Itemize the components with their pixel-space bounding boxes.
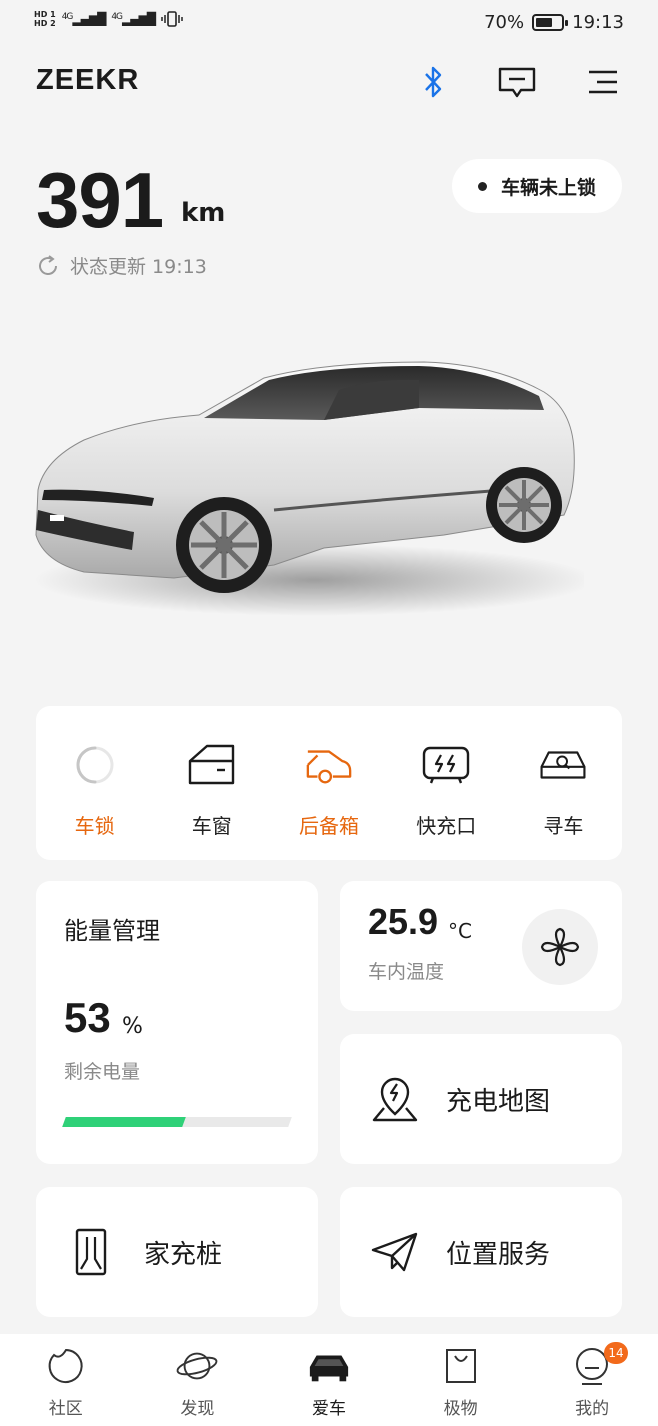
battery-percent: 70% [484,12,525,33]
status-dot [477,181,487,191]
energy-card[interactable]: 能量管理 53 % 剩余电量 [36,881,318,1164]
location-service-label: 位置服务 [446,1239,551,1270]
vibrate-icon [161,11,183,27]
battery-progress-fill [62,1117,186,1127]
fan-button[interactable] [522,909,598,985]
charge-map-label: 充电地图 [446,1086,551,1117]
quick-action-charge-port[interactable]: 快充口 [388,706,505,860]
charge-map-icon [370,1074,420,1124]
lock-status-text: 车辆未上锁 [500,176,596,199]
nav-discover[interactable]: 发现 [132,1334,264,1426]
nav-label: 极物 [443,1399,478,1419]
menu-icon[interactable] [582,62,622,102]
car-icon [307,1346,351,1386]
status-right: 70% 19:13 [484,12,624,33]
battery-level [536,18,552,27]
nav-label: 社区 [48,1399,83,1419]
brand-logo: ZEEKR [36,64,140,96]
network-2-label: 4G [111,12,123,22]
nav-profile[interactable]: 14 我的 [526,1334,658,1426]
charging-pile-icon [66,1227,116,1277]
signal-2-icon: 4G▂▄▆█ [111,12,156,26]
planet-icon [175,1346,219,1386]
car-image [24,340,594,630]
energy-title: 能量管理 [64,917,160,945]
status-left: HD 1 HD 2 4G▂▄▆█ 4G▂▄▆█ [34,10,183,28]
soc-unit: % [122,1014,143,1039]
quick-action-trunk[interactable]: 后备箱 [270,706,387,860]
charge-map-tile[interactable]: 充电地图 [340,1034,622,1164]
bluetooth-icon[interactable] [413,62,453,102]
signal-1-icon: 4G▂▄▆█ [61,12,107,26]
quick-action-label: 快充口 [416,814,477,838]
quick-action-lock[interactable]: 车锁 [36,706,153,860]
nav-label: 我的 [575,1399,610,1419]
quick-action-label: 车窗 [191,814,232,838]
status-update[interactable]: 状态更新 19:13 [36,252,207,279]
lock-status-pill[interactable]: 车辆未上锁 [452,159,622,213]
loading-spinner-icon [70,740,120,790]
car-window-icon [187,740,237,790]
hd-indicators: HD 1 HD 2 [34,10,56,28]
update-text: 状态更新 19:13 [70,256,207,278]
quick-actions: 车锁 车窗 后备箱 快充口 寻车 [36,706,622,860]
notification-badge: 14 [604,1342,628,1364]
nav-label: 爱车 [311,1399,346,1419]
cabin-temp-value: 25.9 [368,901,439,942]
range-value: 391 [36,156,164,244]
trunk-icon [304,740,354,790]
cabin-temp-unit: °C [448,919,472,943]
soc-label: 剩余电量 [64,1061,141,1083]
fan-icon [540,927,580,967]
find-car-icon [538,740,588,790]
status-bar: HD 1 HD 2 4G▂▄▆█ 4G▂▄▆█ 70% 19:13 [0,0,658,46]
bottom-nav: 社区 发现 爱车 极物 14 我的 [0,1334,658,1426]
quick-action-find-car[interactable]: 寻车 [505,706,622,860]
nav-community[interactable]: 社区 [0,1334,132,1426]
cabin-temp-label: 车内温度 [368,961,445,983]
community-icon [44,1346,88,1386]
send-location-icon [370,1227,420,1277]
location-service-tile[interactable]: 位置服务 [340,1187,622,1317]
fast-charge-port-icon [421,740,471,790]
quick-action-label: 车锁 [74,814,115,838]
clock: 19:13 [572,12,624,33]
soc-value: 53 [64,994,111,1041]
nav-label: 发现 [180,1399,215,1419]
quick-action-window[interactable]: 车窗 [153,706,270,860]
shopping-bag-icon [439,1346,483,1386]
refresh-icon[interactable] [36,254,60,278]
battery-icon [532,14,569,31]
network-1-label: 4G [61,12,74,22]
range-unit: km [181,198,226,228]
home-charger-tile[interactable]: 家充桩 [36,1187,318,1317]
message-icon[interactable] [497,62,537,102]
nav-my-car[interactable]: 爱车 [263,1334,395,1426]
quick-action-label: 寻车 [543,814,584,838]
battery-progress-bar [62,1117,292,1127]
hd2-label: HD 2 [34,19,56,28]
climate-card[interactable]: 25.9 °C 车内温度 [340,881,622,1011]
quick-action-label: 后备箱 [299,814,359,838]
hd1-label: HD 1 [34,10,56,19]
nav-shop[interactable]: 极物 [395,1334,527,1426]
home-charger-label: 家充桩 [144,1239,223,1270]
